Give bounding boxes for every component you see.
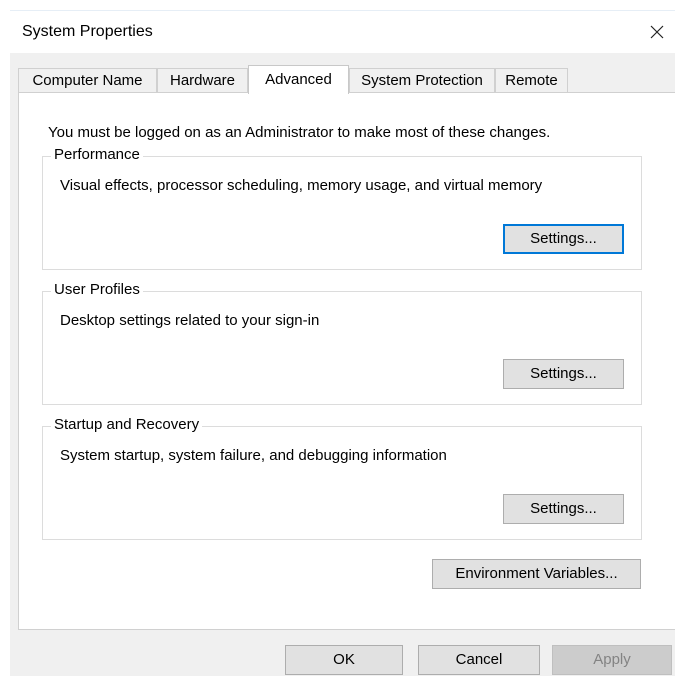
apply-button[interactable]: Apply <box>552 645 672 675</box>
window-title: System Properties <box>22 23 153 40</box>
tab-computer-name[interactable]: Computer Name <box>18 68 157 92</box>
tab-hardware[interactable]: Hardware <box>157 68 248 92</box>
system-properties-window: System Properties Computer Name Hardware… <box>10 10 675 676</box>
tab-advanced[interactable]: Advanced <box>248 65 349 94</box>
user-profiles-description: Desktop settings related to your sign-in <box>60 312 320 329</box>
startup-recovery-label: Startup and Recovery <box>51 416 203 433</box>
performance-group: Performance Visual effects, processor sc… <box>42 146 642 270</box>
close-icon <box>650 25 664 39</box>
close-button[interactable] <box>634 11 675 53</box>
ok-button[interactable]: OK <box>285 645 403 675</box>
performance-settings-button[interactable]: Settings... <box>503 224 624 254</box>
startup-recovery-description: System startup, system failure, and debu… <box>60 447 447 464</box>
tab-remote[interactable]: Remote <box>495 68 568 92</box>
user-profiles-label: User Profiles <box>51 281 143 298</box>
user-profiles-group: User Profiles Desktop settings related t… <box>42 281 642 405</box>
performance-description: Visual effects, processor scheduling, me… <box>60 177 543 194</box>
administrator-note: You must be logged on as an Administrato… <box>48 124 551 141</box>
startup-recovery-settings-button[interactable]: Settings... <box>503 494 624 524</box>
tab-system-protection[interactable]: System Protection <box>349 68 495 92</box>
cancel-button[interactable]: Cancel <box>418 645 540 675</box>
performance-label: Performance <box>51 146 143 163</box>
environment-variables-button[interactable]: Environment Variables... <box>432 559 641 589</box>
user-profiles-settings-button[interactable]: Settings... <box>503 359 624 389</box>
startup-recovery-group: Startup and Recovery System startup, sys… <box>42 416 642 540</box>
title-bar: System Properties <box>10 11 675 53</box>
